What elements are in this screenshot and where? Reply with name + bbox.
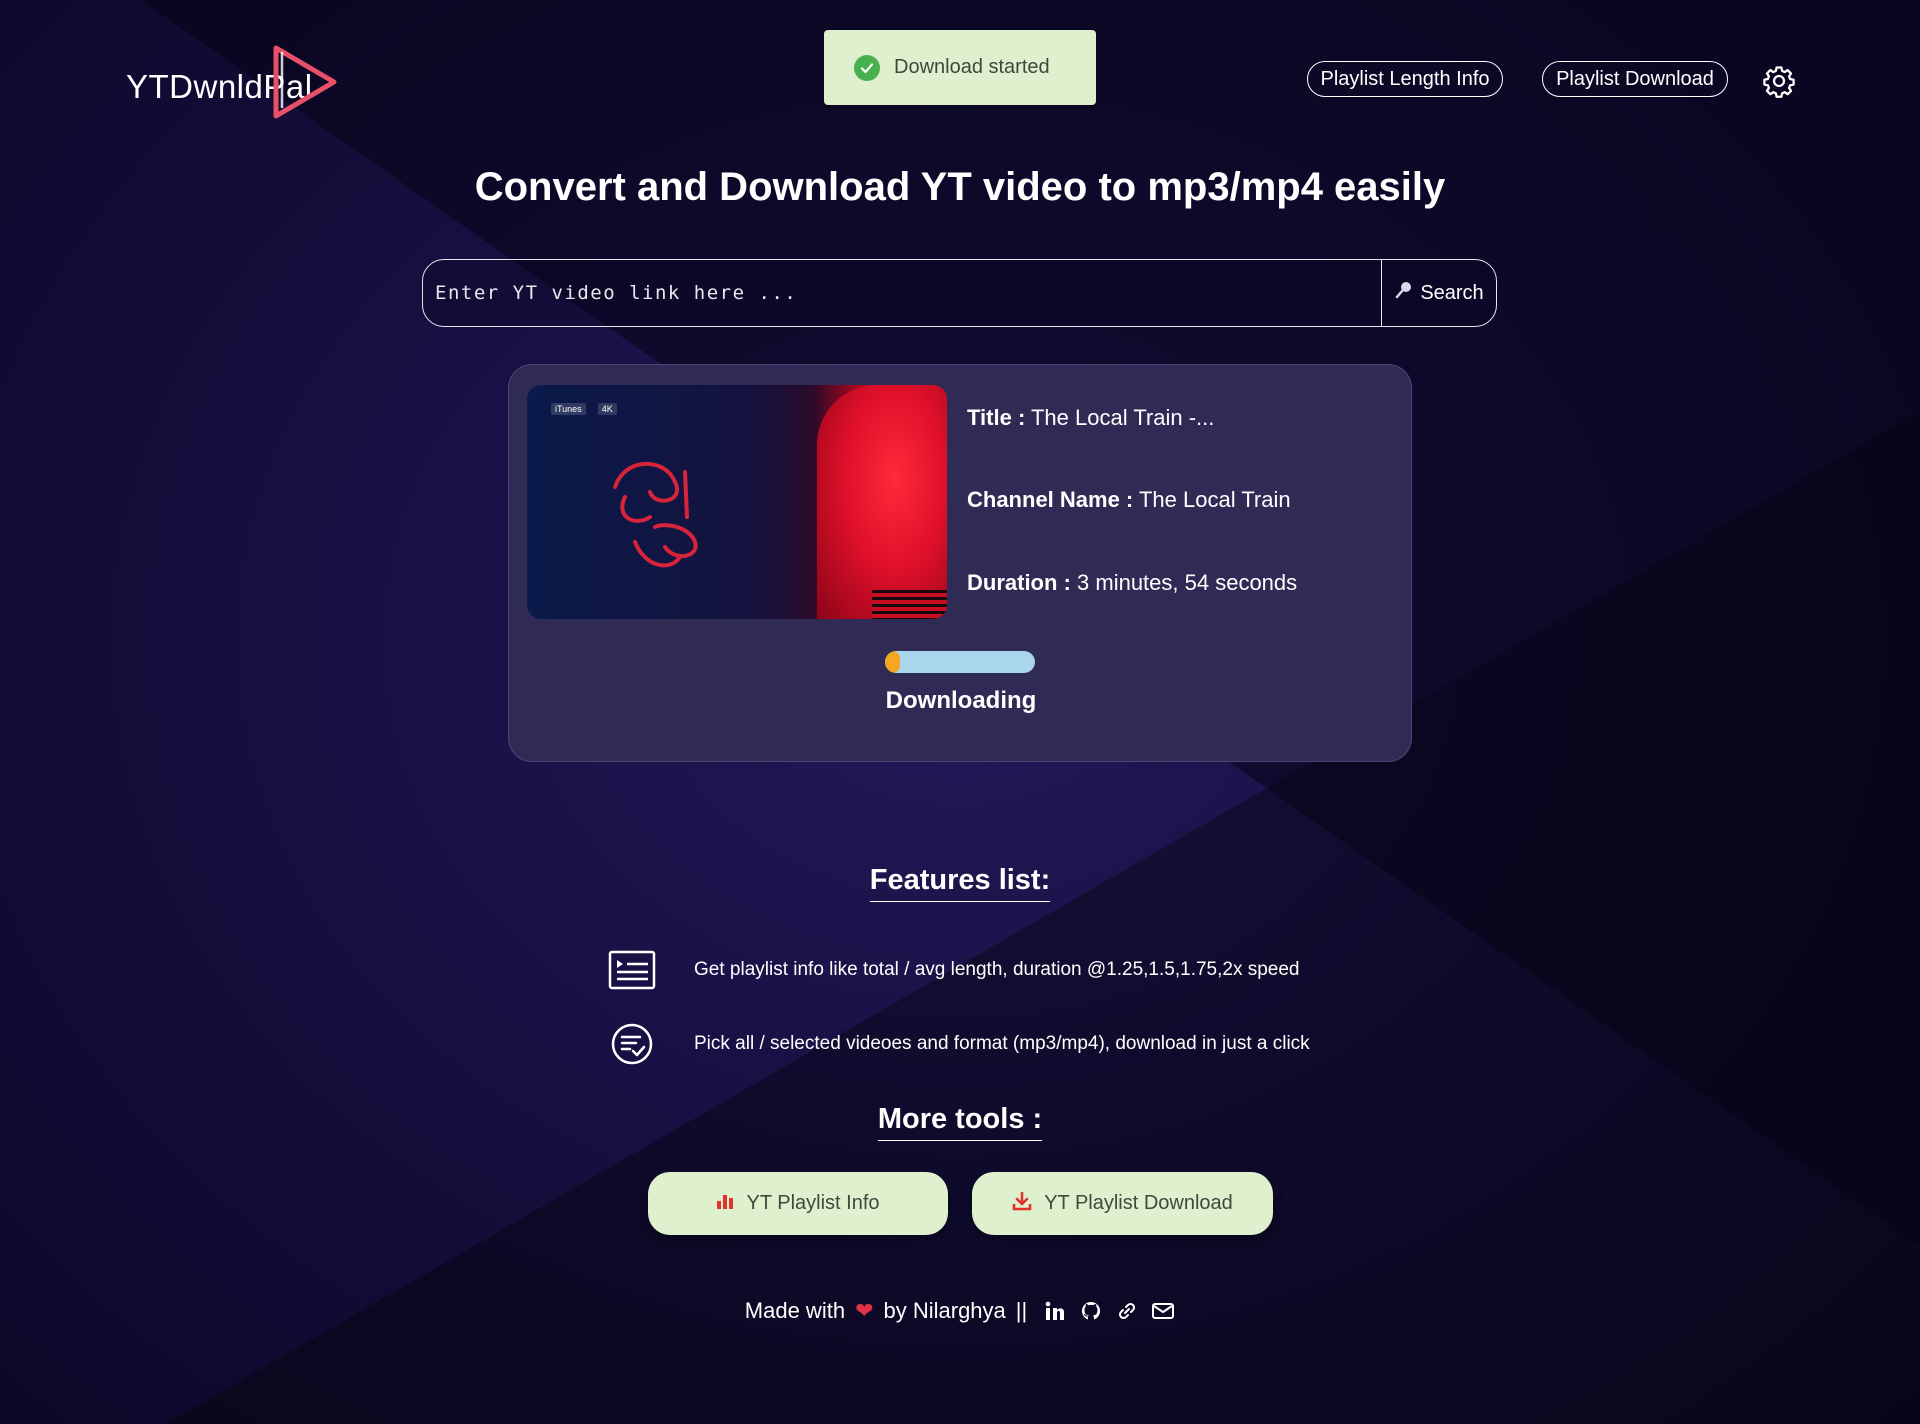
playlist-length-info-button[interactable]: Playlist Length Info: [1307, 61, 1503, 97]
footer-separator: ||: [1015, 1298, 1028, 1323]
app-logo[interactable]: YTDwnldPal: [126, 38, 356, 128]
mail-icon[interactable]: [1151, 1299, 1175, 1323]
footer-author: by Nilarghya: [883, 1298, 1006, 1323]
yt-playlist-download-label: YT Playlist Download: [1044, 1192, 1233, 1214]
settings-gear-icon[interactable]: [1762, 64, 1796, 98]
channel-value: The Local Train: [1138, 487, 1291, 512]
video-channel: Channel Name : The Local Train: [967, 487, 1291, 513]
feature-item: Get playlist info like total / avg lengt…: [606, 947, 1300, 993]
feature-item: Pick all / selected videoes and format (…: [606, 1021, 1310, 1067]
features-title: Features list:: [0, 864, 1920, 902]
more-tools-title-text: More tools :: [877, 1103, 1043, 1141]
download-icon: [1012, 1191, 1032, 1217]
yt-playlist-info-button[interactable]: YT Playlist Info: [648, 1172, 948, 1235]
playlist-info-icon: [606, 947, 658, 993]
checklist-circle-icon: [606, 1021, 658, 1067]
duration-value: 3 minutes, 54 seconds: [1077, 570, 1298, 595]
yt-playlist-download-button[interactable]: YT Playlist Download: [972, 1172, 1273, 1235]
play-logo-icon: [273, 45, 337, 119]
footer-made-with: Made with: [744, 1298, 846, 1323]
channel-label: Channel Name :: [967, 487, 1134, 512]
footer-social-icons: [1043, 1299, 1175, 1323]
download-progress-fill: [885, 651, 900, 673]
search-bar: Search: [422, 259, 1497, 327]
video-thumbnail: iTunes 4K: [527, 385, 947, 619]
search-icon: [1394, 280, 1414, 306]
video-info-card: iTunes 4K Title : The Local Train -... C…: [508, 364, 1412, 762]
github-icon[interactable]: [1079, 1299, 1103, 1323]
playlist-download-button[interactable]: Playlist Download: [1542, 61, 1728, 97]
footer: Made with ❤ by Nilarghya ||: [0, 1298, 1920, 1324]
yt-playlist-info-label: YT Playlist Info: [746, 1192, 880, 1214]
download-status: Downloading: [885, 687, 1037, 714]
title-label: Title :: [967, 405, 1026, 430]
page-title: Convert and Download YT video to mp3/mp4…: [474, 165, 1446, 209]
link-icon[interactable]: [1115, 1299, 1139, 1323]
thumbnail-script-art: [613, 461, 698, 568]
thumbnail-figure: [817, 385, 947, 619]
search-button-label: Search: [1420, 281, 1484, 304]
video-title: Title : The Local Train -...: [967, 405, 1214, 431]
video-link-input[interactable]: [423, 260, 1381, 326]
search-button[interactable]: Search: [1381, 260, 1496, 326]
features-title-text: Features list:: [869, 864, 1051, 902]
linkedin-icon[interactable]: [1043, 1299, 1067, 1323]
title-value: The Local Train -...: [1030, 405, 1215, 430]
thumbnail-stripes: [872, 590, 947, 619]
feature-text: Get playlist info like total / avg lengt…: [694, 959, 1300, 980]
heart-icon: ❤: [855, 1298, 874, 1323]
feature-text: Pick all / selected videoes and format (…: [694, 1033, 1310, 1054]
toast-message: Download started: [894, 56, 1050, 78]
toast-notification: Download started: [824, 30, 1096, 105]
more-tools-title: More tools :: [0, 1103, 1920, 1141]
check-circle-icon: [854, 54, 880, 81]
4k-badge: 4K: [597, 403, 617, 415]
thumbnail-badges: iTunes 4K: [551, 403, 617, 415]
itunes-badge: iTunes: [551, 403, 586, 415]
download-progress-bar: [885, 651, 1035, 673]
video-duration: Duration : 3 minutes, 54 seconds: [967, 570, 1297, 596]
duration-label: Duration :: [967, 570, 1071, 595]
bar-chart-icon: [716, 1192, 734, 1216]
